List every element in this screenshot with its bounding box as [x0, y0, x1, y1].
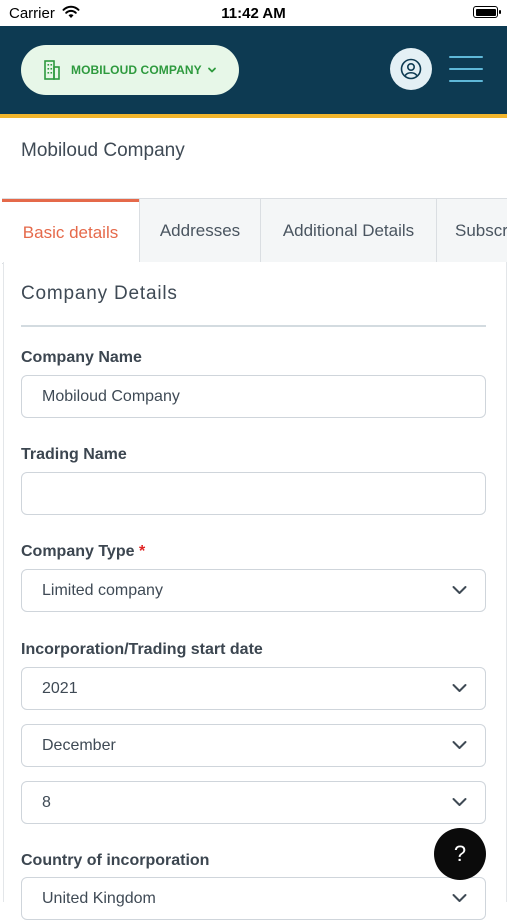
trading-name-input[interactable]: [21, 472, 486, 515]
chevron-down-icon: [207, 67, 216, 73]
country-value: United Kingdom: [42, 889, 156, 907]
required-marker: *: [138, 543, 146, 560]
page-title: Mobiloud Company: [21, 140, 185, 161]
company-name-label: Company Name: [21, 349, 142, 366]
user-icon: [400, 58, 422, 80]
company-switcher-label: MOBILOUD COMPANY: [71, 63, 202, 77]
battery-icon: [473, 6, 501, 18]
chevron-down-icon: [452, 586, 467, 594]
company-type-label: Company Type *: [21, 543, 145, 561]
company-name-value: Mobiloud Company: [42, 387, 180, 405]
country-label: Country of incorporation: [21, 852, 210, 869]
company-switcher-button[interactable]: MOBILOUD COMPANY: [21, 45, 239, 95]
help-button[interactable]: ?: [434, 828, 486, 880]
chevron-down-icon: [452, 894, 467, 902]
incorporation-day-value: 8: [42, 793, 51, 811]
user-account-button[interactable]: [390, 48, 432, 90]
status-bar: Carrier 11:42 AM: [0, 0, 507, 26]
tab-basic-details[interactable]: Basic details: [2, 199, 139, 263]
incorporation-day-select[interactable]: 8: [21, 781, 486, 824]
chevron-down-icon: [452, 741, 467, 749]
company-type-select[interactable]: Limited company: [21, 569, 486, 612]
incorporation-date-label: Incorporation/Trading start date: [21, 641, 263, 658]
company-name-input[interactable]: Mobiloud Company: [21, 375, 486, 418]
country-select[interactable]: United Kingdom: [21, 877, 486, 920]
trading-name-label: Trading Name: [21, 446, 127, 463]
tab-subscription[interactable]: Subscri: [436, 199, 507, 263]
chevron-down-icon: [452, 684, 467, 692]
company-type-value: Limited company: [42, 581, 163, 599]
company-type-label-text: Company Type: [21, 543, 135, 560]
incorporation-year-select[interactable]: 2021: [21, 667, 486, 710]
tab-addresses[interactable]: Addresses: [139, 199, 260, 263]
hamburger-menu-icon[interactable]: [449, 56, 483, 82]
incorporation-month-value: December: [42, 736, 116, 754]
chevron-down-icon: [452, 798, 467, 806]
building-icon: [44, 60, 60, 80]
section-divider: [21, 325, 486, 327]
section-title: Company Details: [21, 283, 178, 304]
help-icon: ?: [453, 841, 467, 866]
tab-bar: Basic details Addresses Additional Detai…: [2, 198, 507, 264]
tab-additional-details[interactable]: Additional Details: [260, 199, 436, 263]
incorporation-year-value: 2021: [42, 679, 78, 697]
clock: 11:42 AM: [221, 5, 286, 22]
incorporation-month-select[interactable]: December: [21, 724, 486, 767]
app-header: MOBILOUD COMPANY: [0, 26, 507, 118]
